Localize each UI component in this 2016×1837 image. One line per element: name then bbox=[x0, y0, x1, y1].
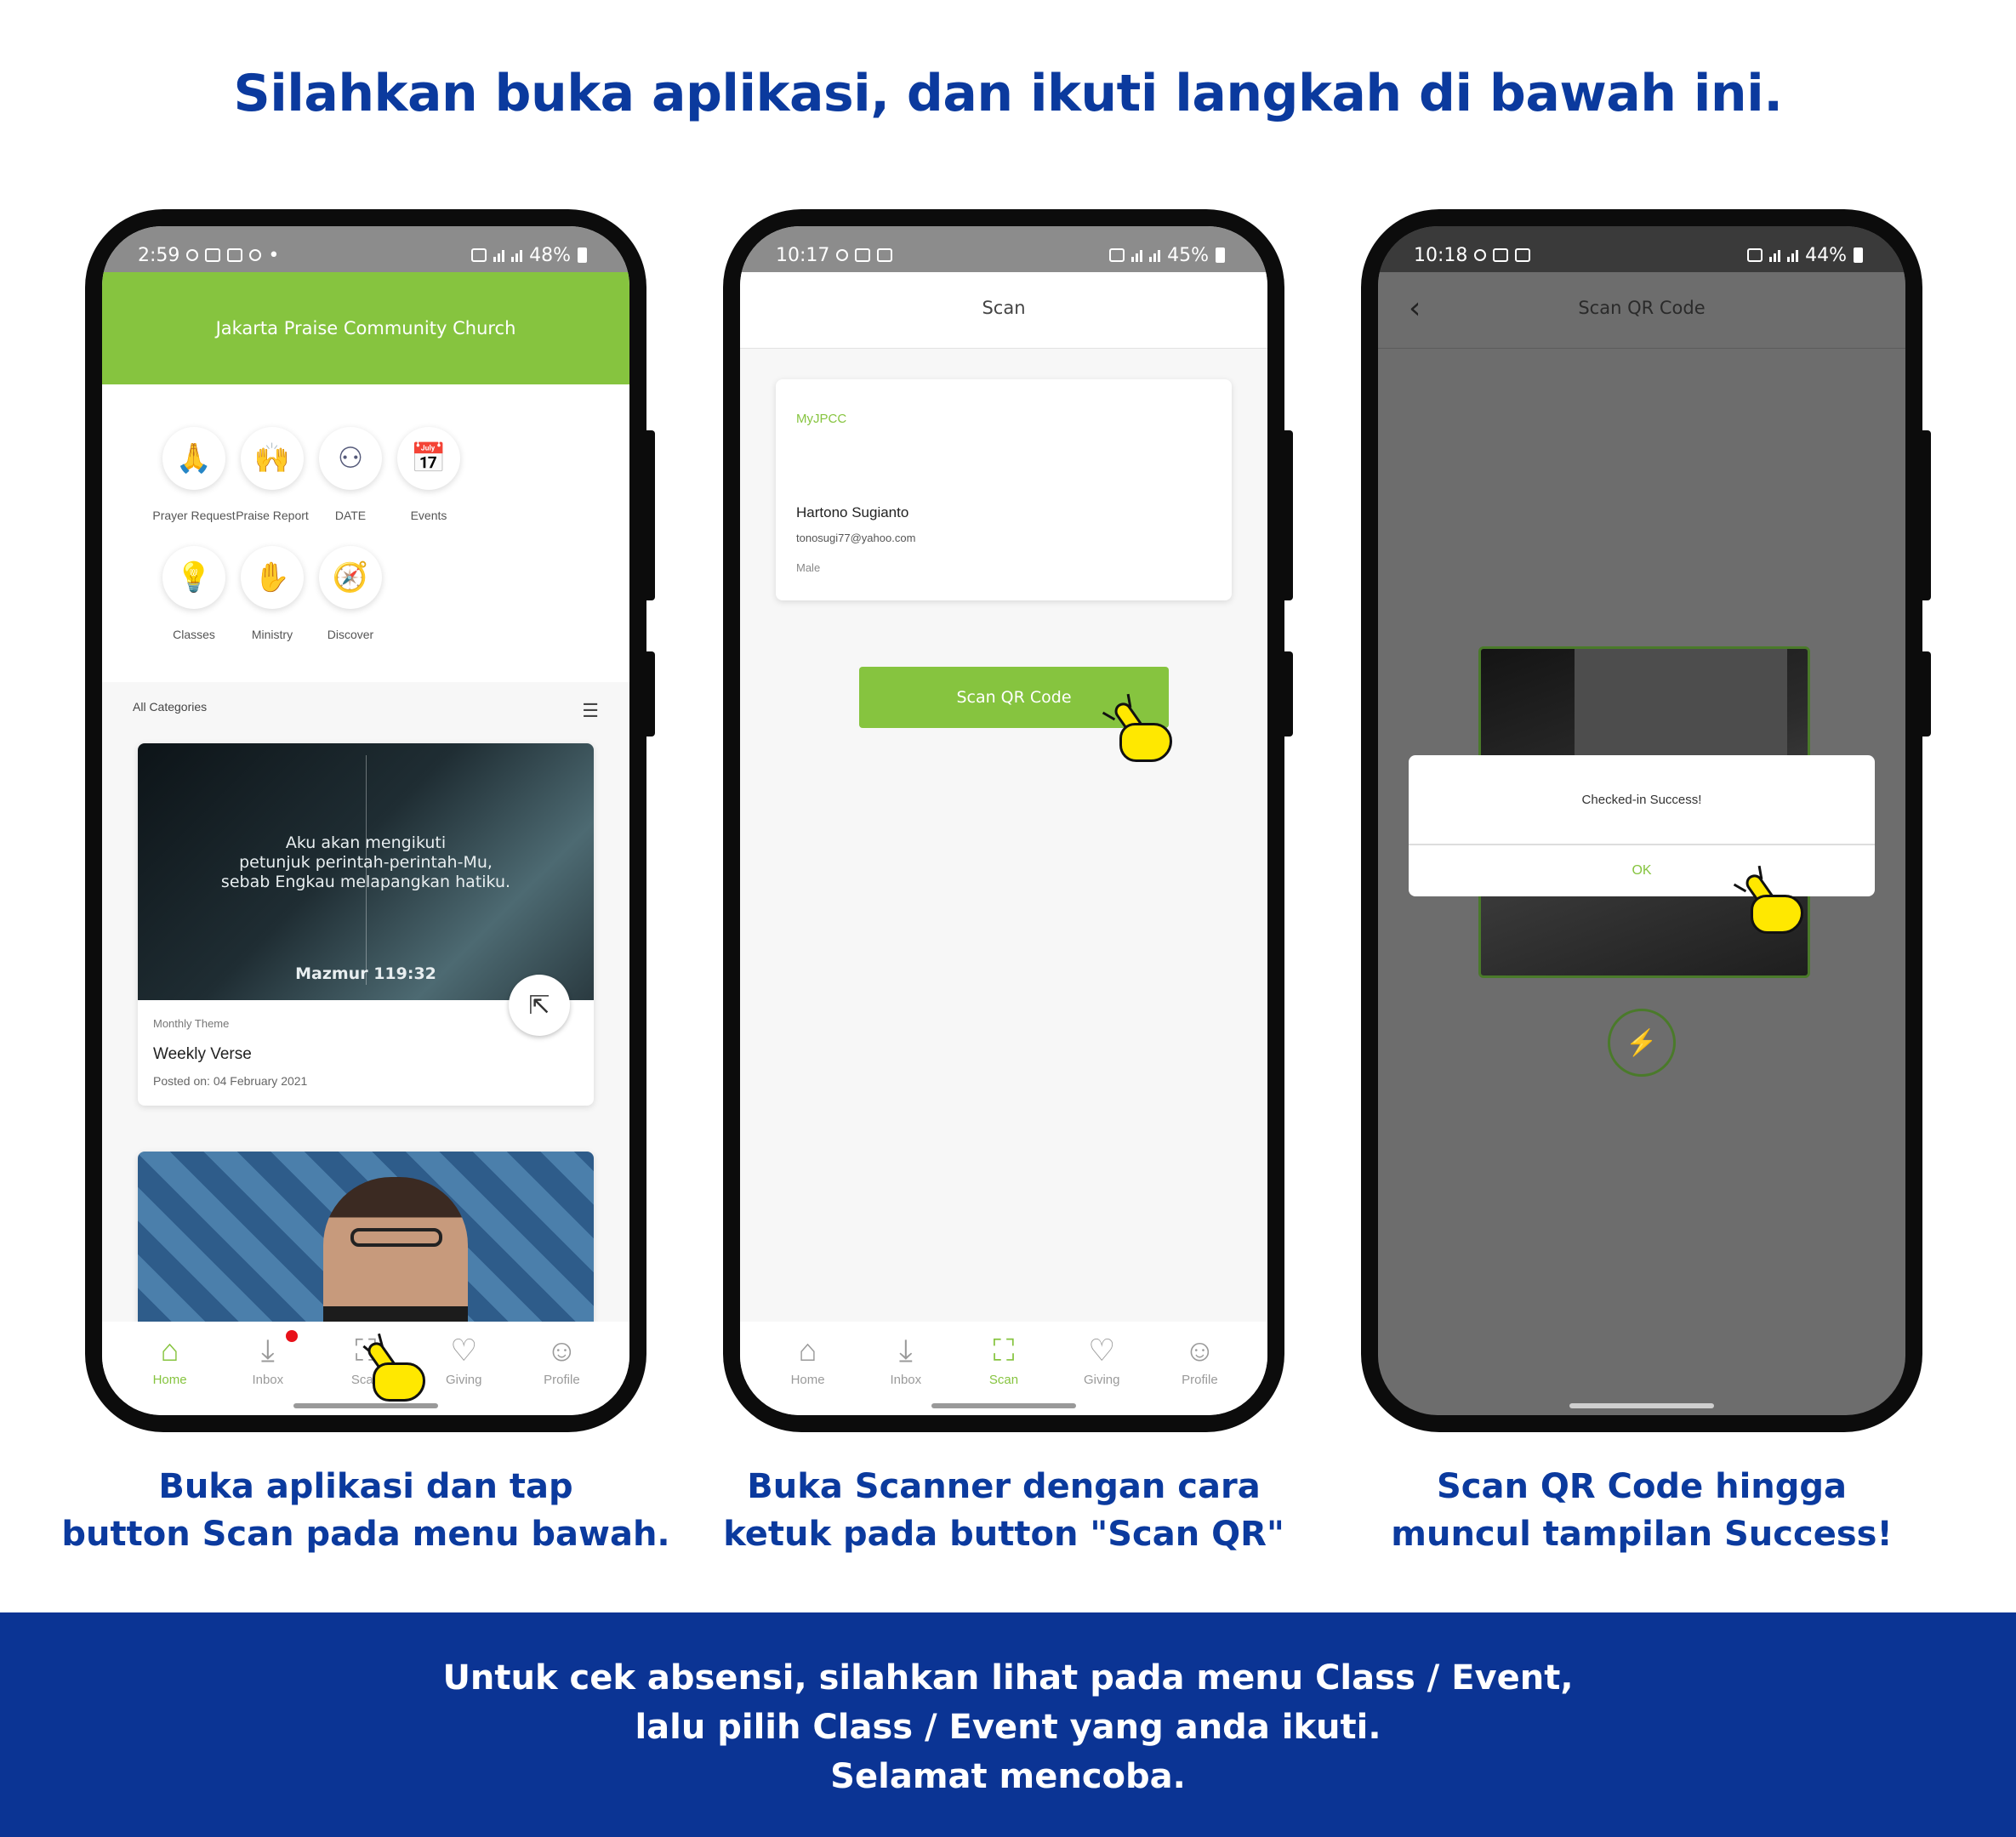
verse-line: petunjuk perintah-perintah-Mu, bbox=[239, 853, 493, 872]
step-3-caption: Scan QR Code hingga muncul tampilan Succe… bbox=[1391, 1467, 1893, 1554]
nav-label: Home bbox=[790, 1373, 825, 1387]
filter-sliders-icon[interactable]: ☰ bbox=[582, 700, 599, 721]
giving-icon: ♡ bbox=[1088, 1333, 1116, 1368]
bottom-nav: ⌂ Home ⤓ Inbox ⛶ Scan ♡ Giving ☺ Profile bbox=[740, 1322, 1267, 1415]
nav-scan[interactable]: ⛶ Scan bbox=[954, 1322, 1052, 1415]
weekly-verse-card[interactable]: Aku akan mengikuti petunjuk perintah-peri… bbox=[138, 743, 594, 1106]
page-title: ‹ Scan QR Code bbox=[1378, 272, 1905, 349]
giving-icon: ♡ bbox=[450, 1333, 478, 1368]
member-name: Hartono Sugianto bbox=[796, 504, 909, 520]
verse-line: sebab Engkau melapangkan hatiku. bbox=[220, 873, 511, 891]
inbox-icon: ⤓ bbox=[260, 1333, 275, 1368]
status-bar: 2:59 • 48% bbox=[102, 226, 629, 272]
menu-label: Discover bbox=[327, 628, 374, 641]
profile-icon: ☺ bbox=[1184, 1333, 1216, 1368]
app-brand: MyJPCC bbox=[796, 412, 847, 426]
calendar-icon: 📅 bbox=[397, 427, 460, 490]
all-categories-label: All Categories bbox=[133, 700, 208, 714]
step-2-caption: Buka Scanner dengan cara ketuk pada butto… bbox=[723, 1467, 1284, 1554]
member-card: MyJPCC Hartono Sugianto tonosugi77@yahoo… bbox=[776, 379, 1232, 600]
nav-label: Giving bbox=[1083, 1373, 1120, 1387]
back-chevron-icon[interactable]: ‹ bbox=[1409, 291, 1421, 326]
nav-label: Giving bbox=[445, 1373, 482, 1387]
page-title: Scan bbox=[740, 272, 1267, 349]
nav-profile[interactable]: ☺ Profile bbox=[513, 1322, 611, 1415]
nav-inbox[interactable]: ⤓ Inbox bbox=[219, 1322, 316, 1415]
step-1-caption: Buka aplikasi dan tap button Scan pada me… bbox=[61, 1467, 670, 1554]
church-header: Jakarta Praise Community Church bbox=[102, 272, 629, 384]
profile-icon: ☺ bbox=[546, 1333, 578, 1368]
nav-home[interactable]: ⌂ Home bbox=[759, 1322, 857, 1415]
tap-hand-icon bbox=[1733, 865, 1807, 937]
phone-qr-scanner-screen: 10:18 44% ‹ Scan QR Code Checked-in Succ… bbox=[1361, 209, 1931, 1432]
phone-scan-screen: 10:17 45% Scan MyJPCC Hartono Sugianto t… bbox=[723, 209, 1293, 1432]
member-gender: Male bbox=[796, 561, 821, 574]
member-email: tonosugi77@yahoo.com bbox=[796, 532, 916, 544]
nav-inbox[interactable]: ⤓ Inbox bbox=[857, 1322, 954, 1415]
verse-image: Aku akan mengikuti petunjuk perintah-peri… bbox=[138, 743, 594, 1000]
card-posted-date: Posted on: 04 February 2021 bbox=[153, 1074, 308, 1088]
nav-label: Home bbox=[152, 1373, 187, 1387]
phone-home-screen: 2:59 • 48% Jakarta Praise Community Churc… bbox=[85, 209, 655, 1432]
nav-home[interactable]: ⌂ Home bbox=[121, 1322, 219, 1415]
verse-text: Aku akan mengikuti petunjuk perintah-peri… bbox=[138, 833, 594, 892]
flashlight-icon[interactable]: ⚡ bbox=[1608, 1009, 1676, 1077]
nav-label: Profile bbox=[544, 1373, 580, 1387]
quick-menu: 🙏 Prayer Request 🙌 Praise Report ⚇ DATE 📅 Event… bbox=[102, 384, 629, 682]
home-icon: ⌂ bbox=[160, 1333, 179, 1368]
nav-profile[interactable]: ☺ Profile bbox=[1151, 1322, 1249, 1415]
tap-hand-icon bbox=[1102, 693, 1176, 765]
scan-icon: ⛶ bbox=[993, 1333, 1015, 1368]
nav-label: Scan bbox=[988, 1373, 1019, 1387]
tap-hand-icon bbox=[362, 1333, 429, 1405]
verse-line: Aku akan mengikuti bbox=[285, 833, 447, 852]
page-headline: Silahkan buka aplikasi, dan ikuti langka… bbox=[233, 64, 1784, 123]
home-indicator bbox=[931, 1403, 1076, 1408]
status-bar: 10:17 45% bbox=[740, 226, 1267, 272]
home-icon: ⌂ bbox=[798, 1333, 817, 1368]
nav-giving[interactable]: ♡ Giving bbox=[415, 1322, 513, 1415]
footer-note: Untuk cek absensi, silahkan lihat pada m… bbox=[0, 1612, 2016, 1837]
menu-item-events[interactable]: 📅 Events bbox=[369, 427, 488, 522]
nav-label: Profile bbox=[1182, 1373, 1218, 1387]
compass-icon: 🧭 bbox=[319, 546, 382, 609]
status-bar: 10:18 44% bbox=[1378, 226, 1905, 272]
share-icon[interactable]: ⇱ bbox=[509, 975, 570, 1036]
card-title: Weekly Verse bbox=[153, 1045, 252, 1063]
category-filter-bar[interactable]: All Categories ☰ bbox=[102, 690, 629, 725]
menu-item-discover[interactable]: 🧭 Discover bbox=[291, 546, 410, 641]
home-indicator bbox=[1569, 1403, 1714, 1408]
dialog-message: Checked-in Success! bbox=[1409, 755, 1875, 845]
inbox-icon: ⤓ bbox=[898, 1333, 913, 1368]
nav-label: Inbox bbox=[890, 1373, 922, 1387]
nav-giving[interactable]: ♡ Giving bbox=[1053, 1322, 1151, 1415]
menu-label: Events bbox=[410, 509, 447, 522]
sermon-card[interactable] bbox=[138, 1152, 594, 1322]
nav-label: Inbox bbox=[252, 1373, 284, 1387]
speaker-photo bbox=[323, 1177, 468, 1322]
